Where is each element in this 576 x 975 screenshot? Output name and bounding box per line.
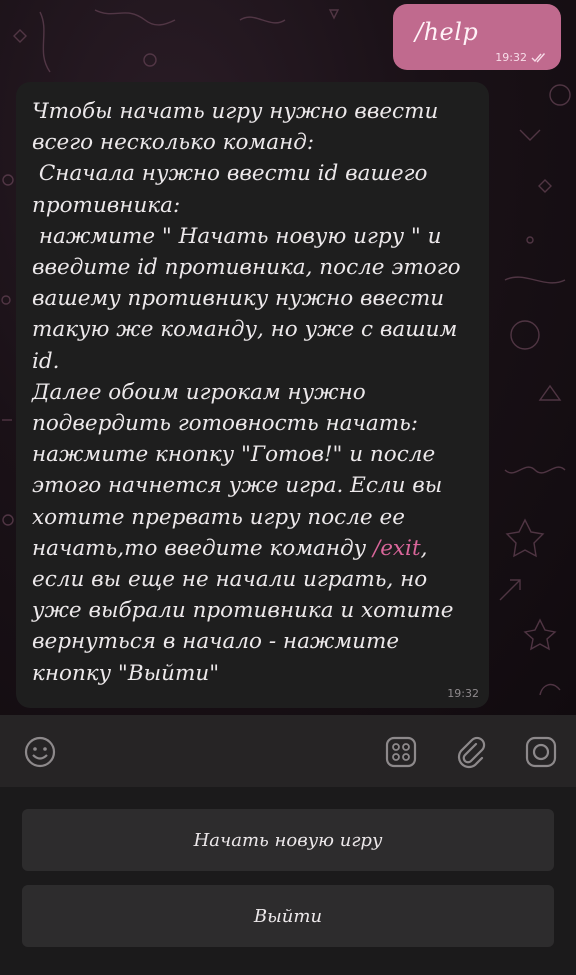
start-new-game-button[interactable]: Начать новую игру xyxy=(22,809,554,871)
message-text: Чтобы начать игру нужно ввести всего нес… xyxy=(32,96,477,689)
bot-reply-keyboard: Начать новую игру Выйти xyxy=(0,787,576,975)
message-meta: 19:32 xyxy=(495,51,547,64)
exit-button[interactable]: Выйти xyxy=(22,885,554,947)
message-time: 19:32 xyxy=(447,687,479,700)
message-time: 19:32 xyxy=(495,51,527,64)
paperclip-icon[interactable] xyxy=(454,735,488,769)
double-check-icon xyxy=(531,52,546,63)
chat-area: /help 19:32 Чтобы начать игру нужно ввес… xyxy=(0,0,576,715)
incoming-message[interactable]: Чтобы начать игру нужно ввести всего нес… xyxy=(16,82,489,708)
message-text-part-1: Чтобы начать игру нужно ввести всего нес… xyxy=(32,99,461,561)
camera-icon[interactable] xyxy=(524,735,558,769)
message-input[interactable] xyxy=(72,741,362,763)
emoji-icon[interactable] xyxy=(23,735,57,769)
message-input-bar xyxy=(0,715,576,787)
exit-command-link[interactable]: /exit xyxy=(373,536,421,561)
outgoing-message[interactable]: /help 19:32 xyxy=(393,4,561,70)
bot-keyboard-icon[interactable] xyxy=(384,735,418,769)
message-text: /help xyxy=(415,18,479,46)
